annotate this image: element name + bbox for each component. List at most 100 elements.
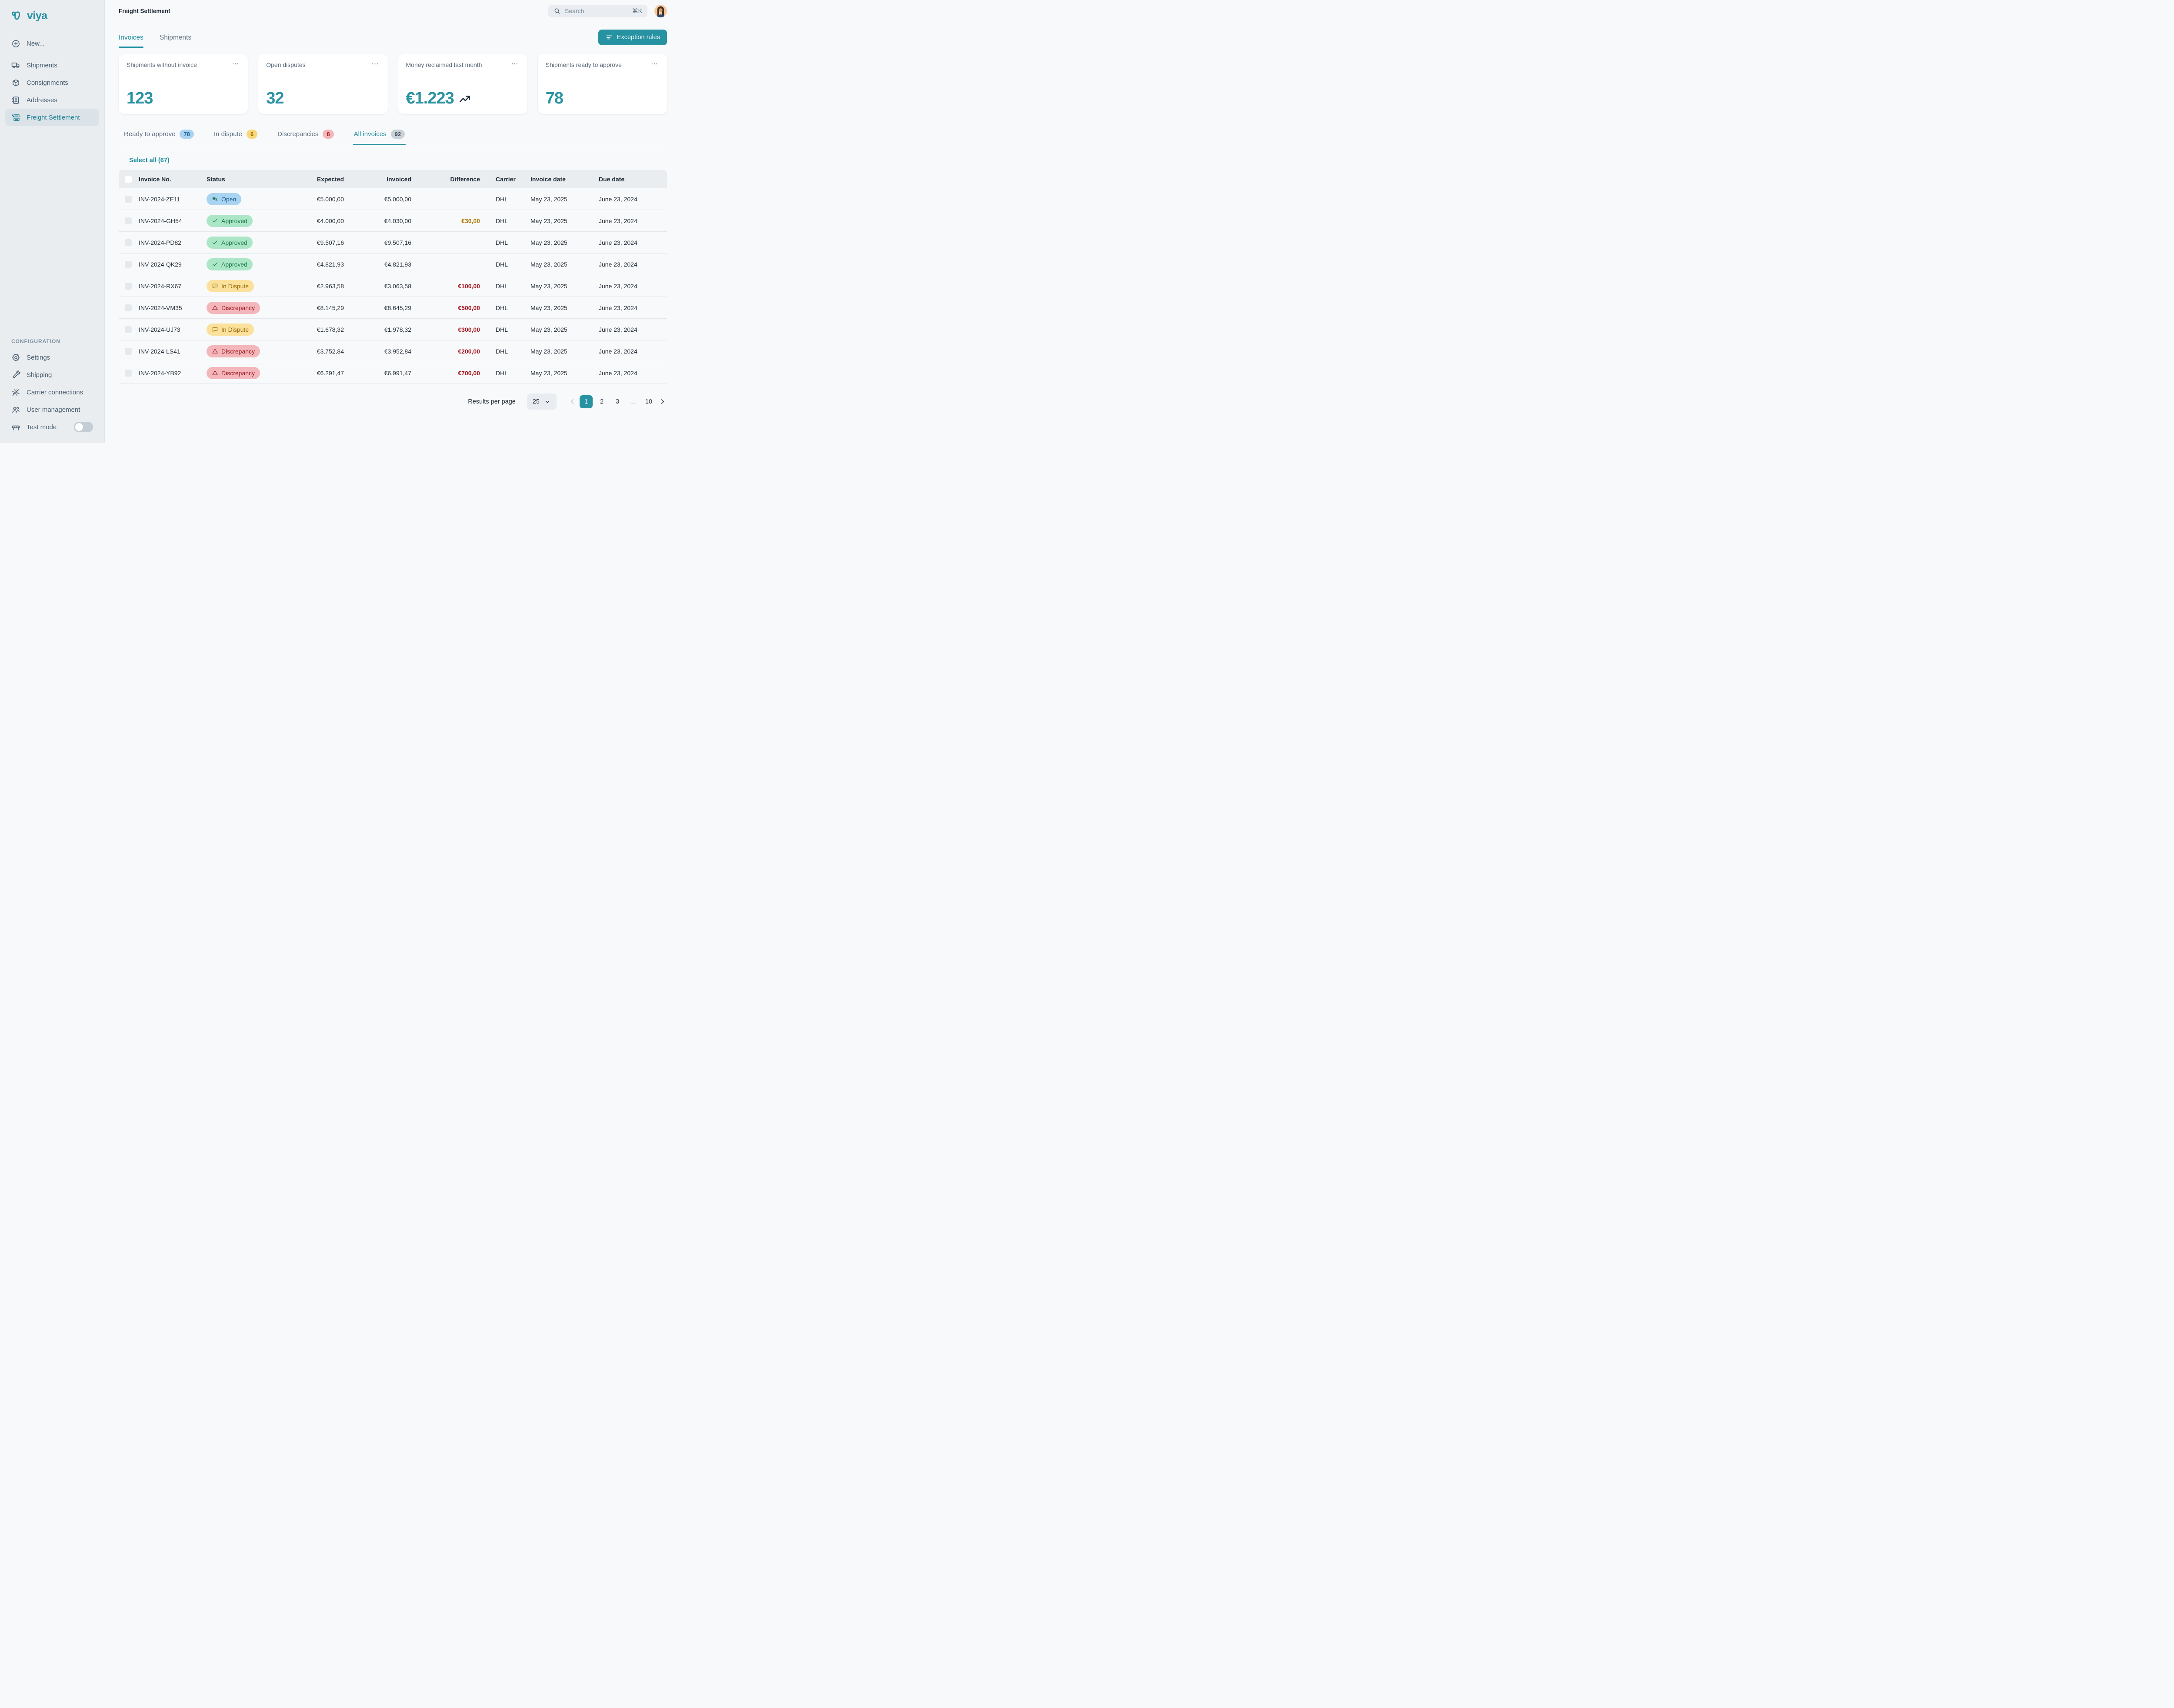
row-checkbox[interactable] bbox=[125, 348, 132, 355]
status-label: Approved bbox=[221, 217, 247, 224]
filter-tab-all-invoices[interactable]: All invoices92 bbox=[353, 125, 406, 145]
row-checkbox[interactable] bbox=[125, 217, 132, 224]
filter-tab-count: 92 bbox=[391, 130, 405, 139]
row-checkbox[interactable] bbox=[125, 304, 132, 311]
table-row[interactable]: INV-2024-LS41Discrepancy€3.752,84€3.952,… bbox=[119, 340, 667, 362]
page-button-1[interactable]: 1 bbox=[580, 395, 593, 408]
card-menu-button[interactable]: ⋯ bbox=[371, 61, 380, 67]
sidebar-item-shipments[interactable]: Shipments bbox=[5, 57, 99, 74]
page-tabs: Invoices Shipments bbox=[119, 34, 191, 48]
page-button-3[interactable]: 3 bbox=[611, 395, 624, 408]
row-checkbox[interactable] bbox=[125, 196, 132, 203]
table-row[interactable]: INV-2024-RX67In Dispute€2.963,58€3.063,5… bbox=[119, 275, 667, 297]
test-mode-toggle[interactable] bbox=[74, 422, 93, 432]
cell-due-date: June 23, 2024 bbox=[592, 239, 667, 246]
sidebar-item-shipping[interactable]: Shipping bbox=[5, 366, 99, 384]
search-box[interactable]: ⌘K bbox=[548, 5, 647, 17]
status-badge-approved: Approved bbox=[207, 215, 253, 227]
table-row[interactable]: INV-2024-UJ73In Dispute€1.678,32€1.978,3… bbox=[119, 319, 667, 340]
invoice-table: Invoice No. Status Expected Invoiced Dif… bbox=[119, 170, 667, 384]
sidebar-item-settings[interactable]: Settings bbox=[5, 349, 99, 366]
pagination-bar: Results per page 25 123…10 bbox=[119, 394, 667, 410]
brand-logo[interactable]: viya bbox=[5, 8, 99, 23]
cell-expected: €6.291,47 bbox=[283, 370, 348, 377]
cell-invoice-date: May 23, 2025 bbox=[523, 326, 592, 333]
chat-icon bbox=[212, 326, 218, 333]
tab-invoices[interactable]: Invoices bbox=[119, 34, 143, 48]
cell-invoice-date: May 23, 2025 bbox=[523, 261, 592, 268]
card-header: Shipments ready to approve⋯ bbox=[546, 61, 659, 68]
select-all-checkbox[interactable] bbox=[125, 176, 132, 183]
row-checkbox[interactable] bbox=[125, 326, 132, 333]
col-invoice-no: Invoice No. bbox=[139, 176, 207, 183]
col-invoiced: Invoiced bbox=[348, 176, 416, 183]
sidebar-item-label: Freight Settlement bbox=[27, 114, 80, 121]
status-label: Approved bbox=[221, 239, 247, 246]
test-mode-row: Test mode bbox=[5, 418, 99, 436]
sidebar-item-label: Consignments bbox=[27, 79, 68, 87]
page-button-2[interactable]: 2 bbox=[595, 395, 608, 408]
user-avatar[interactable] bbox=[654, 5, 667, 17]
cell-invoice-no: INV-2024-YB92 bbox=[139, 370, 207, 377]
filter-tab-in-dispute[interactable]: In dispute6 bbox=[213, 125, 258, 145]
select-all-button[interactable]: Select all (67) bbox=[129, 157, 170, 164]
sidebar-item-freight-settlement[interactable]: Freight Settlement bbox=[5, 109, 99, 126]
cell-status: Approved bbox=[207, 258, 283, 270]
cell-checkbox bbox=[119, 239, 139, 246]
row-checkbox[interactable] bbox=[125, 283, 132, 290]
row-checkbox[interactable] bbox=[125, 261, 132, 268]
page-ellipsis: … bbox=[627, 395, 640, 408]
warning-icon bbox=[212, 304, 218, 311]
cell-carrier: DHL bbox=[484, 326, 523, 333]
next-page-button[interactable] bbox=[658, 397, 667, 406]
table-row[interactable]: INV-2024-GH54Approved€4.000,00€4.030,00€… bbox=[119, 210, 667, 232]
cell-due-date: June 23, 2024 bbox=[592, 304, 667, 311]
table-row[interactable]: INV-2024-VM35Discrepancy€8.145,29€8.645,… bbox=[119, 297, 667, 319]
cell-expected: €1.678,32 bbox=[283, 326, 348, 333]
table-row[interactable]: INV-2024-QK29Approved€4.821,93€4.821,93D… bbox=[119, 254, 667, 275]
configuration-nav: SettingsShippingCarrier connectionsUser … bbox=[5, 349, 99, 418]
cell-invoice-no: INV-2024-RX67 bbox=[139, 283, 207, 290]
sidebar-item-carrier-connections[interactable]: Carrier connections bbox=[5, 384, 99, 401]
chevron-right-icon bbox=[659, 398, 666, 405]
page-button-10[interactable]: 10 bbox=[642, 395, 655, 408]
new-button[interactable]: New... bbox=[5, 35, 99, 52]
brand-name: viya bbox=[27, 10, 47, 22]
cell-carrier: DHL bbox=[484, 239, 523, 246]
status-label: Approved bbox=[221, 261, 247, 268]
cell-status: Approved bbox=[207, 215, 283, 227]
cell-carrier: DHL bbox=[484, 261, 523, 268]
filter-tab-ready-to-approve[interactable]: Ready to approve78 bbox=[123, 125, 195, 145]
cell-invoiced: €1.978,32 bbox=[348, 326, 416, 333]
card-menu-button[interactable]: ⋯ bbox=[231, 61, 240, 67]
sidebar-item-label: Addresses bbox=[27, 97, 57, 104]
tab-shipments[interactable]: Shipments bbox=[160, 34, 191, 48]
cell-due-date: June 23, 2024 bbox=[592, 196, 667, 203]
filter-tab-discrepancies[interactable]: Discrepancies8 bbox=[277, 125, 334, 145]
filter-tab-label: In dispute bbox=[214, 130, 242, 138]
cell-checkbox bbox=[119, 283, 139, 290]
sidebar-item-addresses[interactable]: Addresses bbox=[5, 91, 99, 109]
table-row[interactable]: INV-2024-YB92Discrepancy€6.291,47€6.991,… bbox=[119, 362, 667, 384]
exception-rules-button[interactable]: Exception rules bbox=[598, 30, 667, 45]
results-per-page-select[interactable]: 25 bbox=[527, 394, 557, 410]
cell-status: In Dispute bbox=[207, 280, 283, 292]
card-menu-button[interactable]: ⋯ bbox=[650, 61, 659, 67]
topbar: Freight Settlement ⌘K bbox=[119, 0, 667, 22]
card-title: Money reclaimed last month bbox=[406, 61, 482, 68]
card-menu-button[interactable]: ⋯ bbox=[510, 61, 520, 67]
table-row[interactable]: INV-2024-ZE11Open€5.000,00€5.000,00DHLMa… bbox=[119, 188, 667, 210]
cell-invoice-date: May 23, 2025 bbox=[523, 283, 592, 290]
sidebar-item-user-management[interactable]: User management bbox=[5, 401, 99, 418]
sidebar-nav: Shipments Consignments Addresses Freight Se… bbox=[5, 57, 99, 126]
status-badge-open: Open bbox=[207, 193, 241, 205]
table-row[interactable]: INV-2024-PD82Approved€9.507,16€9.507,16D… bbox=[119, 232, 667, 254]
configuration-heading: CONFIGURATION bbox=[5, 338, 99, 344]
row-checkbox[interactable] bbox=[125, 370, 132, 377]
cell-invoice-no: INV-2024-ZE11 bbox=[139, 196, 207, 203]
sidebar-item-consignments[interactable]: Consignments bbox=[5, 74, 99, 91]
search-input[interactable] bbox=[565, 7, 628, 14]
row-checkbox[interactable] bbox=[125, 239, 132, 246]
prev-page-button[interactable] bbox=[568, 397, 577, 406]
cell-expected: €4.000,00 bbox=[283, 217, 348, 224]
